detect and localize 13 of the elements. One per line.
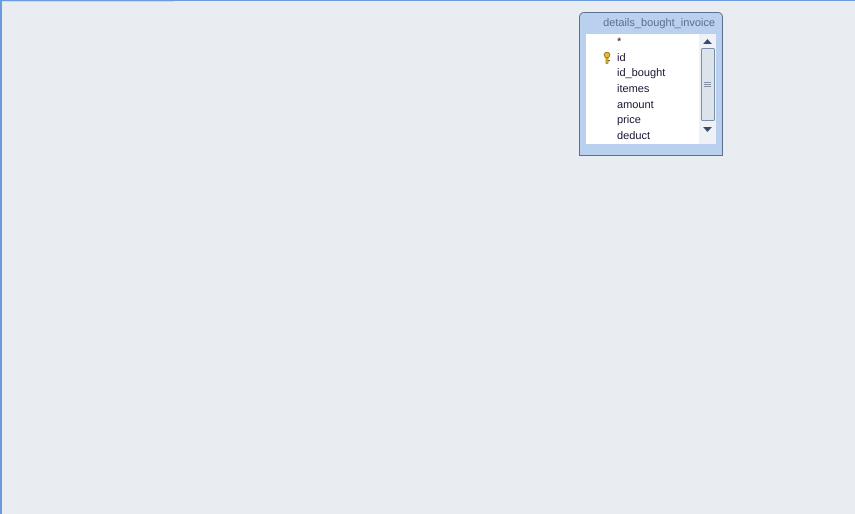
field-name[interactable]: price (617, 115, 641, 126)
scroll-up-icon[interactable] (703, 39, 712, 44)
scrollbar[interactable] (699, 34, 716, 144)
grip-icon (704, 82, 711, 87)
scroll-thumb[interactable] (700, 48, 714, 121)
scroll-down-icon[interactable] (703, 127, 712, 132)
field-name[interactable]: itemes (617, 84, 650, 96)
field-name[interactable]: id_bought (617, 68, 666, 80)
field-name[interactable]: amount (617, 100, 654, 111)
window-title: details_bought_invoice (602, 16, 716, 31)
field-name[interactable]: id (617, 52, 626, 64)
field-name[interactable]: * (617, 37, 622, 48)
field-name[interactable]: deduct (617, 130, 650, 142)
